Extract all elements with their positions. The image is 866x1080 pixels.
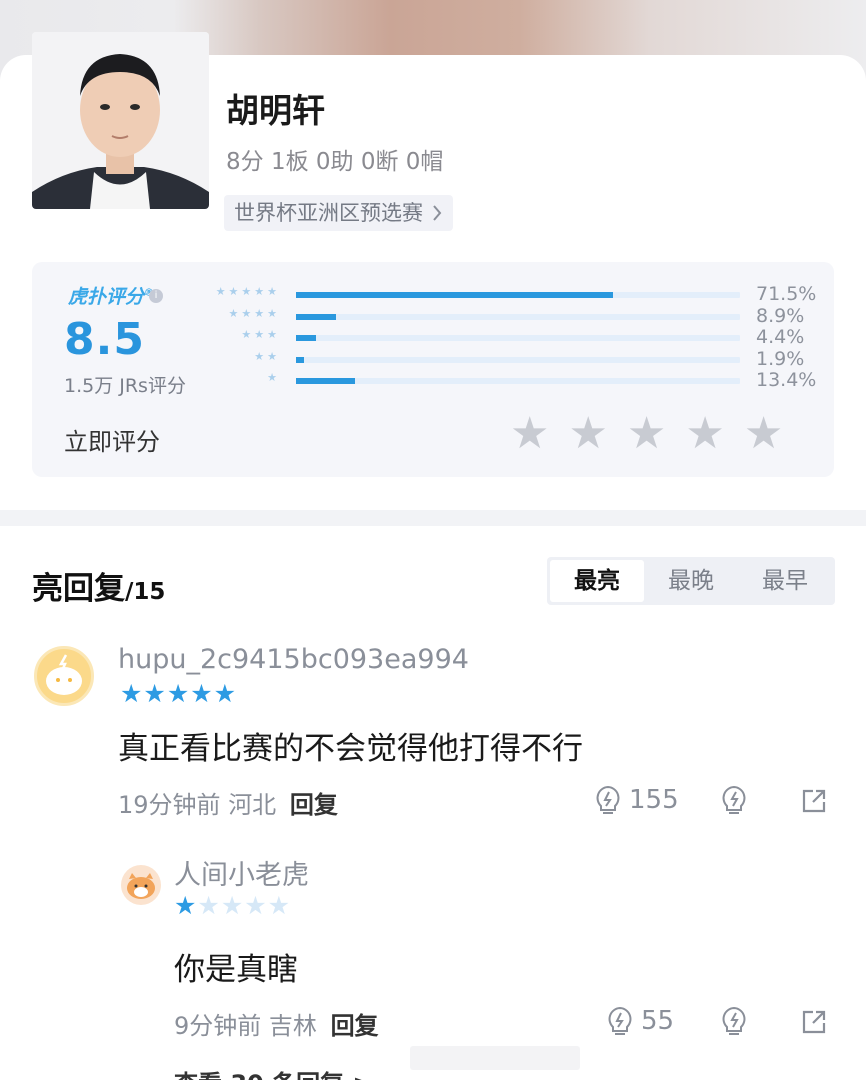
- lightbulb-like-icon: [608, 1006, 632, 1035]
- comment-username[interactable]: hupu_2c9415bc093ea994: [118, 644, 469, 675]
- star-level: ★★: [254, 349, 280, 363]
- comment-meta: 9分钟前 吉林 回复: [174, 1006, 379, 1041]
- rate-star-4[interactable]: ★: [685, 412, 724, 456]
- bar-percent: 1.9%: [756, 347, 805, 370]
- rating-bar-row: ★★★★ 8.9%: [200, 304, 820, 328]
- comment-username[interactable]: 人间小老虎: [174, 853, 309, 892]
- chevron-right-icon: [433, 205, 442, 221]
- tab-earliest[interactable]: 最早: [738, 560, 832, 602]
- comment-location: 吉林: [268, 1012, 317, 1040]
- bar-percent: 71.5%: [756, 283, 817, 305]
- bar-track: [296, 356, 740, 363]
- like-button[interactable]: 155: [593, 784, 679, 816]
- bar-track: [296, 313, 740, 320]
- star-level: ★★★: [241, 328, 280, 341]
- bar-percent: 4.4%: [756, 326, 805, 348]
- rate-star-input: ★ ★ ★ ★ ★: [510, 412, 783, 456]
- rate-now-label: 立即评分: [64, 428, 160, 456]
- like-count: 155: [629, 785, 679, 815]
- rating-bar-row: ★★★ 4.4%: [200, 326, 820, 349]
- event-label: 世界杯亚洲区预选赛: [234, 201, 423, 225]
- rate-star-1[interactable]: ★: [510, 412, 549, 456]
- reply-button[interactable]: 回复: [290, 791, 338, 819]
- comment-text: 真正看比赛的不会觉得他打得不行: [118, 731, 583, 767]
- bar-track: [296, 335, 740, 341]
- like-button[interactable]: 55: [605, 1005, 674, 1037]
- reply-button[interactable]: 回复: [331, 1012, 379, 1040]
- player-photo: [32, 32, 209, 209]
- share-icon: [802, 1010, 826, 1034]
- tab-brightest[interactable]: 最亮: [550, 560, 644, 602]
- replies-title: 亮回复: [32, 571, 125, 607]
- star-level: ★: [267, 371, 280, 384]
- sort-tabs: 最亮 最晚 最早: [547, 557, 835, 605]
- bar-percent: 8.9%: [756, 304, 805, 327]
- rating-distribution: ★★★★★ 71.5% ★★★★ 8.9% ★★★ 4.4% ★★ 1.9% ★…: [200, 283, 820, 392]
- comment-rating-filled: ★: [174, 891, 198, 920]
- lightbulb-dislike-icon: [722, 785, 746, 814]
- rating-count: 1.5万 JRs评分: [64, 375, 186, 397]
- rating-score: 8.5: [64, 314, 145, 365]
- bar-fill: [296, 292, 614, 298]
- star-level: ★★★★★: [215, 285, 280, 298]
- comment-meta: 19分钟前 河北 回复: [118, 785, 338, 820]
- dislike-button[interactable]: [719, 784, 749, 820]
- replies-heading: 亮回复/15: [32, 563, 165, 608]
- comment-rating-filled: ★★★★★: [120, 679, 238, 708]
- rate-star-5[interactable]: ★: [744, 412, 783, 456]
- bar-fill: [296, 313, 336, 320]
- tiger-avatar-icon: [127, 873, 155, 899]
- comment-rating-empty: ★★★★: [197, 891, 292, 920]
- bar-percent: 13.4%: [756, 369, 817, 391]
- bar-track: [296, 378, 740, 384]
- lightbulb-like-icon: [596, 785, 620, 814]
- share-button[interactable]: [800, 787, 828, 819]
- rating-brand-text: 虎扑评分: [68, 286, 145, 308]
- watermark: [410, 1046, 580, 1070]
- avatar[interactable]: [121, 865, 161, 905]
- tab-latest[interactable]: 最晚: [644, 560, 738, 602]
- rating-panel: 虎扑评分® i 8.5 1.5万 JRs评分 立即评分 ★★★★★ 71.5% …: [32, 262, 834, 477]
- comment-rating: ★★★★★: [174, 891, 291, 920]
- player-stats: 8分 1板 0助 0断 0帽: [226, 149, 444, 175]
- comment-time: 9分钟前: [174, 1012, 262, 1040]
- player-name: 胡明轩: [226, 91, 325, 130]
- avatar[interactable]: [34, 646, 94, 706]
- section-divider: [0, 510, 866, 526]
- like-count: 55: [641, 1006, 675, 1036]
- player-portrait: [32, 32, 209, 209]
- comment-location: 河北: [228, 791, 277, 819]
- bar-track: [296, 292, 740, 298]
- replies-count: /15: [125, 579, 166, 605]
- star-level: ★★★★: [228, 306, 280, 320]
- event-tag[interactable]: 世界杯亚洲区预选赛: [224, 195, 453, 231]
- comment-time: 19分钟前: [118, 791, 221, 819]
- rating-brand: 虎扑评分®: [68, 282, 154, 309]
- rating-bar-row: ★★★★★ 71.5%: [200, 283, 820, 306]
- share-icon: [802, 789, 826, 813]
- rating-bar-row: ★★ 1.9%: [200, 347, 820, 371]
- info-icon[interactable]: i: [149, 289, 163, 303]
- bar-fill: [296, 335, 316, 341]
- comment-text: 你是真瞎: [174, 952, 298, 988]
- dislike-button[interactable]: [719, 1005, 749, 1041]
- comment-rating: ★★★★★: [120, 679, 237, 708]
- lightbulb-dislike-icon: [722, 1006, 746, 1035]
- view-more-replies[interactable]: 查看 30 条回复 >: [174, 1064, 373, 1080]
- rate-star-3[interactable]: ★: [627, 412, 666, 456]
- rating-bar-row: ★ 13.4%: [200, 369, 820, 392]
- bar-fill: [296, 356, 305, 363]
- rate-star-2[interactable]: ★: [568, 412, 607, 456]
- bar-fill: [296, 378, 356, 384]
- default-avatar-icon: [46, 654, 82, 695]
- share-button[interactable]: [800, 1008, 828, 1040]
